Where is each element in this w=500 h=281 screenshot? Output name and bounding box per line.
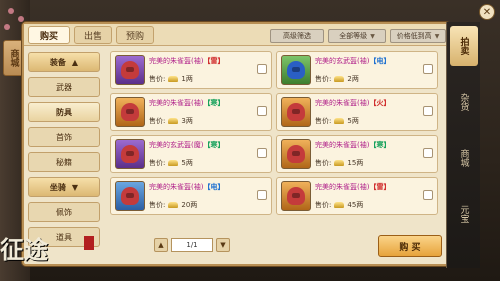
select-checkbox[interactable]	[257, 190, 267, 200]
category-sidebar: 装备 ▲ 武器 防具 首饰 秘籍 坐骑 ▼ 佩饰 道具	[28, 52, 100, 252]
close-button[interactable]: ✕	[479, 4, 495, 20]
item-name: 完美的玄武盔(魔)【寒】	[149, 141, 225, 149]
item-name: 完美的朱雀盔(袖)【雷】	[149, 57, 225, 65]
advanced-filter-label: 高级筛选	[283, 32, 311, 40]
tab-mall[interactable]: 商城	[450, 138, 478, 178]
gold-ingot-icon	[168, 160, 179, 166]
list-item[interactable]: 完美的朱雀盔(袖)【雷】 售价: 45两	[276, 177, 438, 215]
helmet-icon	[115, 55, 145, 85]
item-price: 售价: 5两	[149, 159, 193, 167]
select-checkbox[interactable]	[257, 106, 267, 116]
chevron-down-icon: ▼	[370, 32, 375, 40]
chevron-up-icon: ▲	[71, 57, 79, 67]
tab-preorder[interactable]: 预购	[116, 26, 154, 44]
select-checkbox[interactable]	[423, 106, 433, 116]
list-item[interactable]: 完美的朱雀盔(袖)【雷】 售价: 1两	[110, 51, 272, 89]
helmet-icon	[281, 181, 311, 211]
buy-button[interactable]: 购 买	[378, 235, 442, 257]
item-name: 完美的朱雀盔(袖)【雷】	[315, 183, 391, 191]
game-logo: 征途	[0, 230, 100, 280]
category-manual[interactable]: 秘籍	[28, 152, 100, 172]
advanced-filter-button[interactable]: 高级筛选	[270, 29, 324, 43]
category-weapon[interactable]: 武器	[28, 77, 100, 97]
list-item[interactable]: 完美的朱雀盔(袖)【寒】 售价: 15两	[276, 135, 438, 173]
gold-ingot-icon	[334, 76, 345, 82]
list-item[interactable]: 完美的朱雀盔(袖)【火】 售价: 5两	[276, 93, 438, 131]
item-price: 售价: 15两	[315, 159, 364, 167]
category-jewelry[interactable]: 首饰	[28, 127, 100, 147]
list-item[interactable]: 完美的玄武盔(袖)【电】 售价: 2两	[276, 51, 438, 89]
item-name: 完美的朱雀盔(袖)【电】	[149, 183, 225, 191]
gold-ingot-icon	[334, 202, 345, 208]
logo-text: 征途	[0, 235, 48, 264]
gold-ingot-icon	[168, 202, 179, 208]
tab-auction[interactable]: 拍卖	[450, 26, 478, 66]
level-dropdown[interactable]: 全部等级 ▼	[328, 29, 386, 43]
page-prev-button[interactable]: ▲	[154, 238, 168, 252]
page-next-button[interactable]: ▼	[216, 238, 230, 252]
top-bar: 购买 出售 预购 高级筛选 全部等级 ▼ 价格低到高 ▼	[24, 24, 448, 46]
list-item[interactable]: 完美的朱雀盔(袖)【电】 售价: 20两	[110, 177, 272, 215]
select-checkbox[interactable]	[257, 64, 267, 74]
item-name: 完美的朱雀盔(袖)【寒】	[315, 141, 391, 149]
item-price: 售价: 45两	[315, 201, 364, 209]
gold-ingot-icon	[334, 118, 345, 124]
chevron-down-icon: ▼	[434, 32, 440, 40]
item-name: 完美的玄武盔(袖)【电】	[315, 57, 391, 65]
list-item[interactable]: 完美的玄武盔(魔)【寒】 售价: 5两	[110, 135, 272, 173]
blossom-decor	[18, 16, 24, 22]
page-indicator: 1/1	[171, 238, 213, 252]
select-checkbox[interactable]	[423, 64, 433, 74]
helmet-icon	[115, 97, 145, 127]
helmet-icon	[115, 181, 145, 211]
sort-dropdown-label: 价格低到高	[396, 32, 432, 40]
category-armor[interactable]: 防具	[28, 102, 100, 122]
right-tab-rail: 拍卖 杂货 商城 元宝	[446, 22, 480, 268]
item-name: 完美的朱雀盔(袖)【火】	[315, 99, 391, 107]
tab-sell[interactable]: 出售	[74, 26, 112, 44]
tab-buy[interactable]: 购买	[28, 26, 70, 44]
helmet-icon	[281, 55, 311, 85]
helmet-icon	[115, 139, 145, 169]
category-label: 坐骑	[49, 182, 66, 192]
list-item[interactable]: 完美的朱雀盔(袖)【寒】 售价: 3两	[110, 93, 272, 131]
seal-stamp	[84, 236, 94, 250]
select-checkbox[interactable]	[423, 190, 433, 200]
item-name: 完美的朱雀盔(袖)【寒】	[149, 99, 225, 107]
blossom-decor	[8, 8, 14, 14]
tab-ingot[interactable]: 元宝	[450, 194, 478, 234]
level-dropdown-label: 全部等级	[339, 32, 368, 40]
item-price: 售价: 3两	[149, 117, 193, 125]
category-mount[interactable]: 坐骑 ▼	[28, 177, 100, 197]
category-label: 装备	[49, 57, 66, 67]
category-equipment[interactable]: 装备 ▲	[28, 52, 100, 72]
item-price: 售价: 20两	[149, 201, 198, 209]
helmet-icon	[281, 139, 311, 169]
select-checkbox[interactable]	[423, 148, 433, 158]
gold-ingot-icon	[334, 160, 345, 166]
category-accessory[interactable]: 佩饰	[28, 202, 100, 222]
item-price: 售价: 2两	[315, 75, 359, 83]
gold-ingot-icon	[168, 76, 179, 82]
close-icon: ✕	[482, 6, 492, 18]
item-price: 售价: 5两	[315, 117, 359, 125]
select-checkbox[interactable]	[257, 148, 267, 158]
item-price: 售价: 1两	[149, 75, 193, 83]
blossom-decor	[4, 24, 10, 30]
helmet-icon	[281, 97, 311, 127]
pagination: ▲ 1/1 ▼	[154, 238, 230, 252]
gold-ingot-icon	[168, 118, 179, 124]
chevron-down-icon: ▼	[71, 182, 79, 192]
tab-general-store[interactable]: 杂货	[450, 82, 478, 122]
sort-dropdown[interactable]: 价格低到高 ▼	[390, 29, 446, 43]
